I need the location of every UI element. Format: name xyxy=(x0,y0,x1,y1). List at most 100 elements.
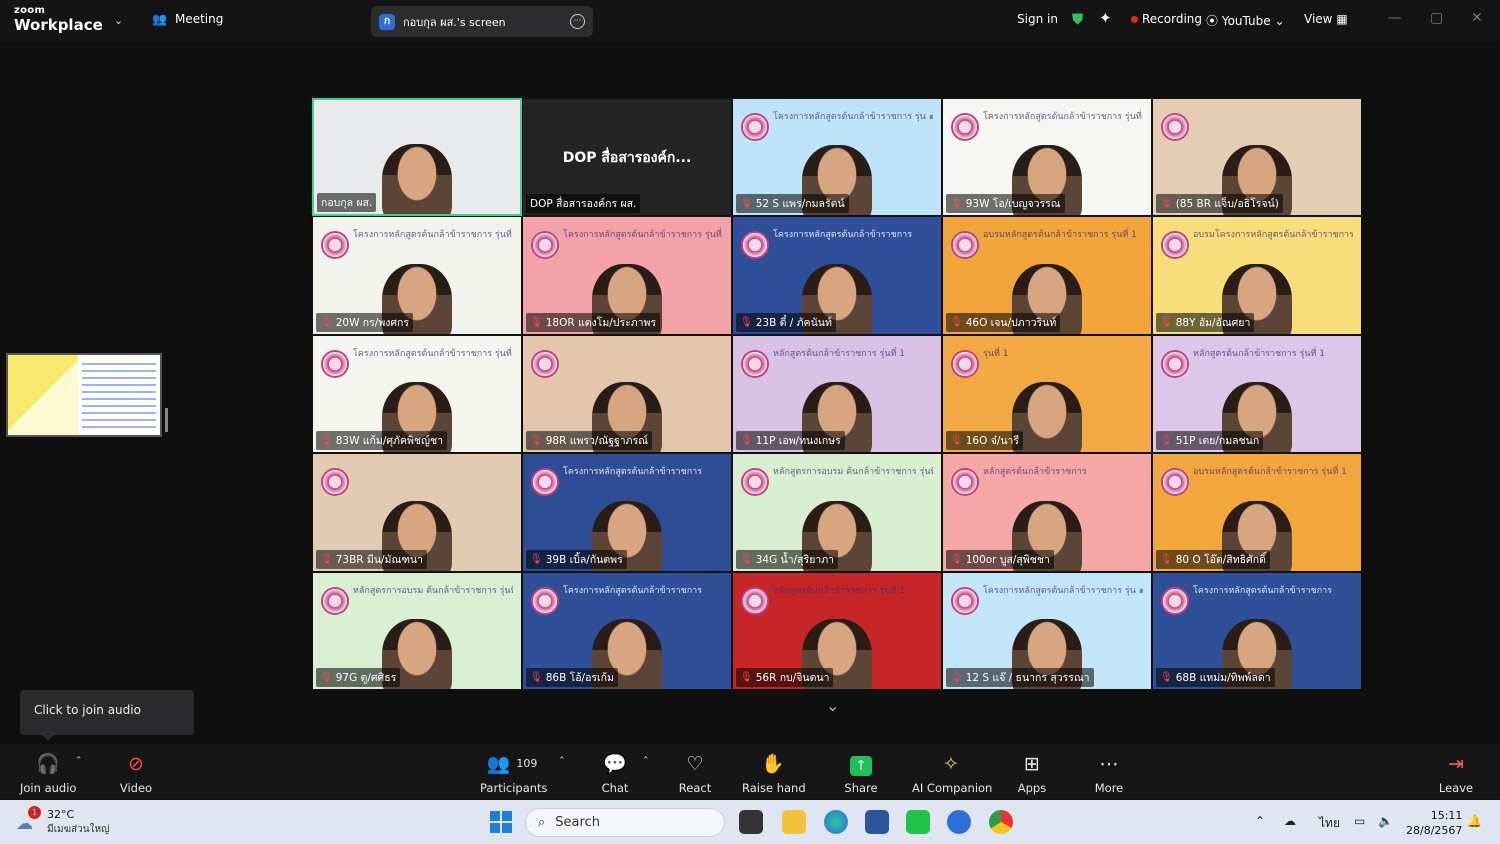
participant-tile[interactable]: DOP สื่อสารองค์ก... DOP สื่อสารองค์กร ผส. xyxy=(522,98,732,217)
file-explorer-icon[interactable] xyxy=(782,810,806,834)
participant-tile[interactable]: กอบกุล ผส. xyxy=(312,98,522,217)
screen-share-indicator[interactable]: ก กอบกุล ผส.'s screen ··· xyxy=(371,6,593,37)
react-button[interactable]: ♡ React xyxy=(676,752,714,795)
participant-tile[interactable]: โครงการหลักสูตรต้นกล้าข้าราชการ 🎙 86B โอ้/… xyxy=(522,571,732,690)
edge-browser-icon[interactable] xyxy=(824,810,848,834)
participant-tile[interactable]: โครงการหลักสูตรต้นกล้าข้าราชการ รุ่นที่ … xyxy=(312,216,522,335)
participant-name: กอบกุล ผส. xyxy=(321,197,373,210)
ai-companion-button[interactable]: ✧ AI Companion xyxy=(912,752,992,795)
participant-tile[interactable]: โครงการหลักสูตรต้นกล้าข้าราชการ 🎙 68B แหม่… xyxy=(1152,571,1362,690)
recording-indicator[interactable]: Recording xyxy=(1131,12,1202,26)
emblem-icon xyxy=(1161,231,1189,260)
leave-button[interactable]: ⇥ Leave xyxy=(1438,752,1474,795)
onedrive-icon[interactable]: ☁ xyxy=(1284,814,1296,828)
emblem-icon xyxy=(321,468,349,497)
heart-icon: ♡ xyxy=(686,753,704,775)
close-icon[interactable]: ✕ xyxy=(1471,10,1483,26)
speaker-muted-icon[interactable]: 🔈 xyxy=(1378,814,1393,828)
chevron-up-icon[interactable]: ⌃ xyxy=(1255,814,1265,828)
share-button[interactable]: ↑ Share xyxy=(842,752,880,795)
participant-tile[interactable]: โครงการหลักสูตรต้นกล้าข้าราชการ 🎙 23B ตี๋ … xyxy=(732,216,942,335)
emblem-icon xyxy=(741,586,769,615)
network-icon[interactable]: ▭ xyxy=(1354,814,1365,828)
participants-button[interactable]: 👥 109 Participants xyxy=(480,752,548,795)
chrome-icon[interactable] xyxy=(989,810,1013,834)
participant-tile[interactable]: โครงการหลักสูตรต้นกล้าข้าราชการ รุ่นที่ … xyxy=(312,334,522,454)
apps-label: Apps xyxy=(1017,781,1047,795)
participant-name: 11P เอพ/ทนงเกษร xyxy=(755,435,841,448)
participant-name-label: 🎙 11P เอพ/ทนงเกษร xyxy=(736,431,845,451)
more-options-icon[interactable]: ··· xyxy=(570,14,585,29)
sparkle-icon[interactable]: ✦ xyxy=(1099,9,1112,27)
taskbar-search[interactable]: ⌕ Search xyxy=(525,808,725,837)
emblem-icon xyxy=(951,231,979,260)
participant-name-label: 🎙 23B ตี๋ / ภัคนันท์ xyxy=(736,312,836,332)
participant-name-label: 🎙 51P เตย/กมลชนก xyxy=(1156,431,1264,451)
zoom-logo[interactable]: zoom Workplace xyxy=(14,6,103,33)
participant-tile[interactable]: โครงการหลักสูตรต้นกล้าข้าราชการ รุ่น ๑ 🎙 5… xyxy=(732,98,942,217)
meeting-menu[interactable]: 👥 Meeting xyxy=(152,12,223,26)
participant-tile[interactable]: หลักสูตรต้นกล้าข้าราชการ รุ่นที่ 1 🎙 51P เ… xyxy=(1152,334,1362,454)
mic-muted-icon: 🎙 xyxy=(1160,553,1173,565)
raise-hand-button[interactable]: ✋ Raise hand xyxy=(742,752,806,795)
participant-tile[interactable]: หลักสูตรการอบรม ต้นกล้าข้าราชการ รุ่นที่… xyxy=(312,571,522,690)
zoom-app-icon[interactable] xyxy=(947,810,971,834)
minimize-icon[interactable]: — xyxy=(1388,10,1402,26)
participant-name-label: 🎙 80 O โอ๊ต/สิทธิศักดิ์ xyxy=(1156,549,1270,569)
participant-name-label: DOP สื่อสารองค์กร ผส. xyxy=(526,194,641,214)
participant-tile[interactable]: หลักสูตรต้นกล้าข้าราชการ รุ่นที่ 1 🎙 56R ก… xyxy=(732,571,942,690)
participant-tile[interactable]: หลักสูตรต้นกล้าข้าราชการ รุ่นที่ 1 🎙 11P เ… xyxy=(732,334,942,454)
line-app-icon[interactable] xyxy=(906,810,930,834)
people-icon: 👥 xyxy=(152,12,167,26)
participant-tile[interactable]: 🎙 98R แพรว/ณัฐฐาภรณ์ xyxy=(522,334,732,454)
task-view-icon[interactable] xyxy=(739,810,763,834)
record-dot-icon xyxy=(1131,16,1138,23)
participant-name-label: 🎙 68B แหม่ม/ทิพพ์ลดา xyxy=(1156,667,1275,687)
thumbnail-resize-handle[interactable] xyxy=(165,408,168,432)
chat-button[interactable]: 💬 Chat xyxy=(598,752,632,795)
participant-tile[interactable]: หลักสูตรต้นกล้าข้าราชการ 🎙 100or บูส/สุพิช… xyxy=(942,453,1152,572)
join-audio-button[interactable]: 🎧 Join audio xyxy=(20,752,76,795)
language-indicator[interactable]: ไทย xyxy=(1319,814,1340,833)
participant-tile[interactable]: อบรมโครงการหลักสูตรต้นกล้าข้าราชการ รุ่น… xyxy=(1152,216,1362,335)
participant-tile[interactable]: อบรมหลักสูตรต้นกล้าข้าราชการ รุ่นที่ 1 🎙 8… xyxy=(1152,453,1362,572)
chevron-down-icon[interactable]: ⌄ xyxy=(826,696,839,715)
participant-tile[interactable]: หลักสูตรการอบรม ต้นกล้าข้าราชการ รุ่นที่… xyxy=(732,453,942,572)
mic-muted-icon: 🎙 xyxy=(530,435,543,447)
system-clock[interactable]: 15:11 28/8/2567 xyxy=(1406,808,1462,838)
virtual-background-text: อบรมโครงการหลักสูตรต้นกล้าข้าราชการ รุ่น… xyxy=(1193,230,1353,241)
maximize-icon[interactable]: ▢ xyxy=(1430,10,1443,26)
chevron-up-icon[interactable]: ⌃ xyxy=(558,756,566,766)
mic-muted-icon: 🎙 xyxy=(950,671,963,683)
participant-tile[interactable]: 🎙 73BR มีน/มัณฑนา xyxy=(312,453,522,572)
youtube-live-menu[interactable]: ⦿ YouTube ⌄ xyxy=(1206,12,1285,29)
bell-icon[interactable]: 🔔 xyxy=(1467,814,1482,828)
participant-tile[interactable]: 🎙 (85 BR แจ็บ/อธิโรจน์) xyxy=(1152,98,1362,217)
shield-icon[interactable]: ⛊ xyxy=(1072,10,1083,28)
participant-tile[interactable]: อบรมหลักสูตรต้นกล้าข้าราชการ รุ่นที่ 1 🎙 4… xyxy=(942,216,1152,335)
participant-name: 56R กบ/จินตนา xyxy=(755,671,830,684)
title-bar: zoom Workplace ⌄ 👥 Meeting ก กอบกุล ผส.'… xyxy=(0,0,1500,42)
sign-in-button[interactable]: Sign in xyxy=(1017,12,1058,26)
windows-start-icon[interactable] xyxy=(490,811,512,833)
participant-tile[interactable]: โครงการหลักสูตรต้นกล้าข้าราชการ 🎙 39B เบิ้… xyxy=(522,453,732,572)
shared-screen-thumbnail[interactable] xyxy=(6,353,162,437)
view-menu[interactable]: View ▦ xyxy=(1304,12,1348,26)
chevron-up-icon[interactable]: ⌃ xyxy=(642,756,650,766)
virtual-background-text: หลักสูตรต้นกล้าข้าราชการ รุ่นที่ 1 xyxy=(773,348,905,359)
video-button[interactable]: ⊘ Video xyxy=(115,752,157,795)
word-icon[interactable] xyxy=(865,810,889,834)
emblem-icon xyxy=(1161,349,1189,378)
apps-button[interactable]: ⊞ Apps xyxy=(1016,752,1048,795)
participant-tile[interactable]: โครงการหลักสูตรต้นกล้าข้าราชการ รุ่นที่ … xyxy=(522,216,732,335)
mic-muted-icon: 🎙 xyxy=(1160,198,1173,210)
more-icon: ⋯ xyxy=(1099,753,1119,775)
chevron-up-icon[interactable]: ⌃ xyxy=(75,756,83,766)
participant-tile[interactable]: โครงการหลักสูตรต้นกล้าข้าราชการ รุ่น ๑ 🎙 1… xyxy=(942,571,1152,690)
chevron-down-icon[interactable]: ⌄ xyxy=(114,14,123,27)
participant-tile[interactable]: โครงการหลักสูตรต้นกล้าข้าราชการ รุ่นที่ … xyxy=(942,98,1152,217)
participant-tile[interactable]: รุ่นที่ 1 🎙 16O จ๋/นารี xyxy=(942,334,1152,454)
join-audio-label: Join audio xyxy=(20,781,77,795)
more-button[interactable]: ⋯ More xyxy=(1092,752,1126,795)
mic-muted-icon: 🎙 xyxy=(740,316,753,328)
